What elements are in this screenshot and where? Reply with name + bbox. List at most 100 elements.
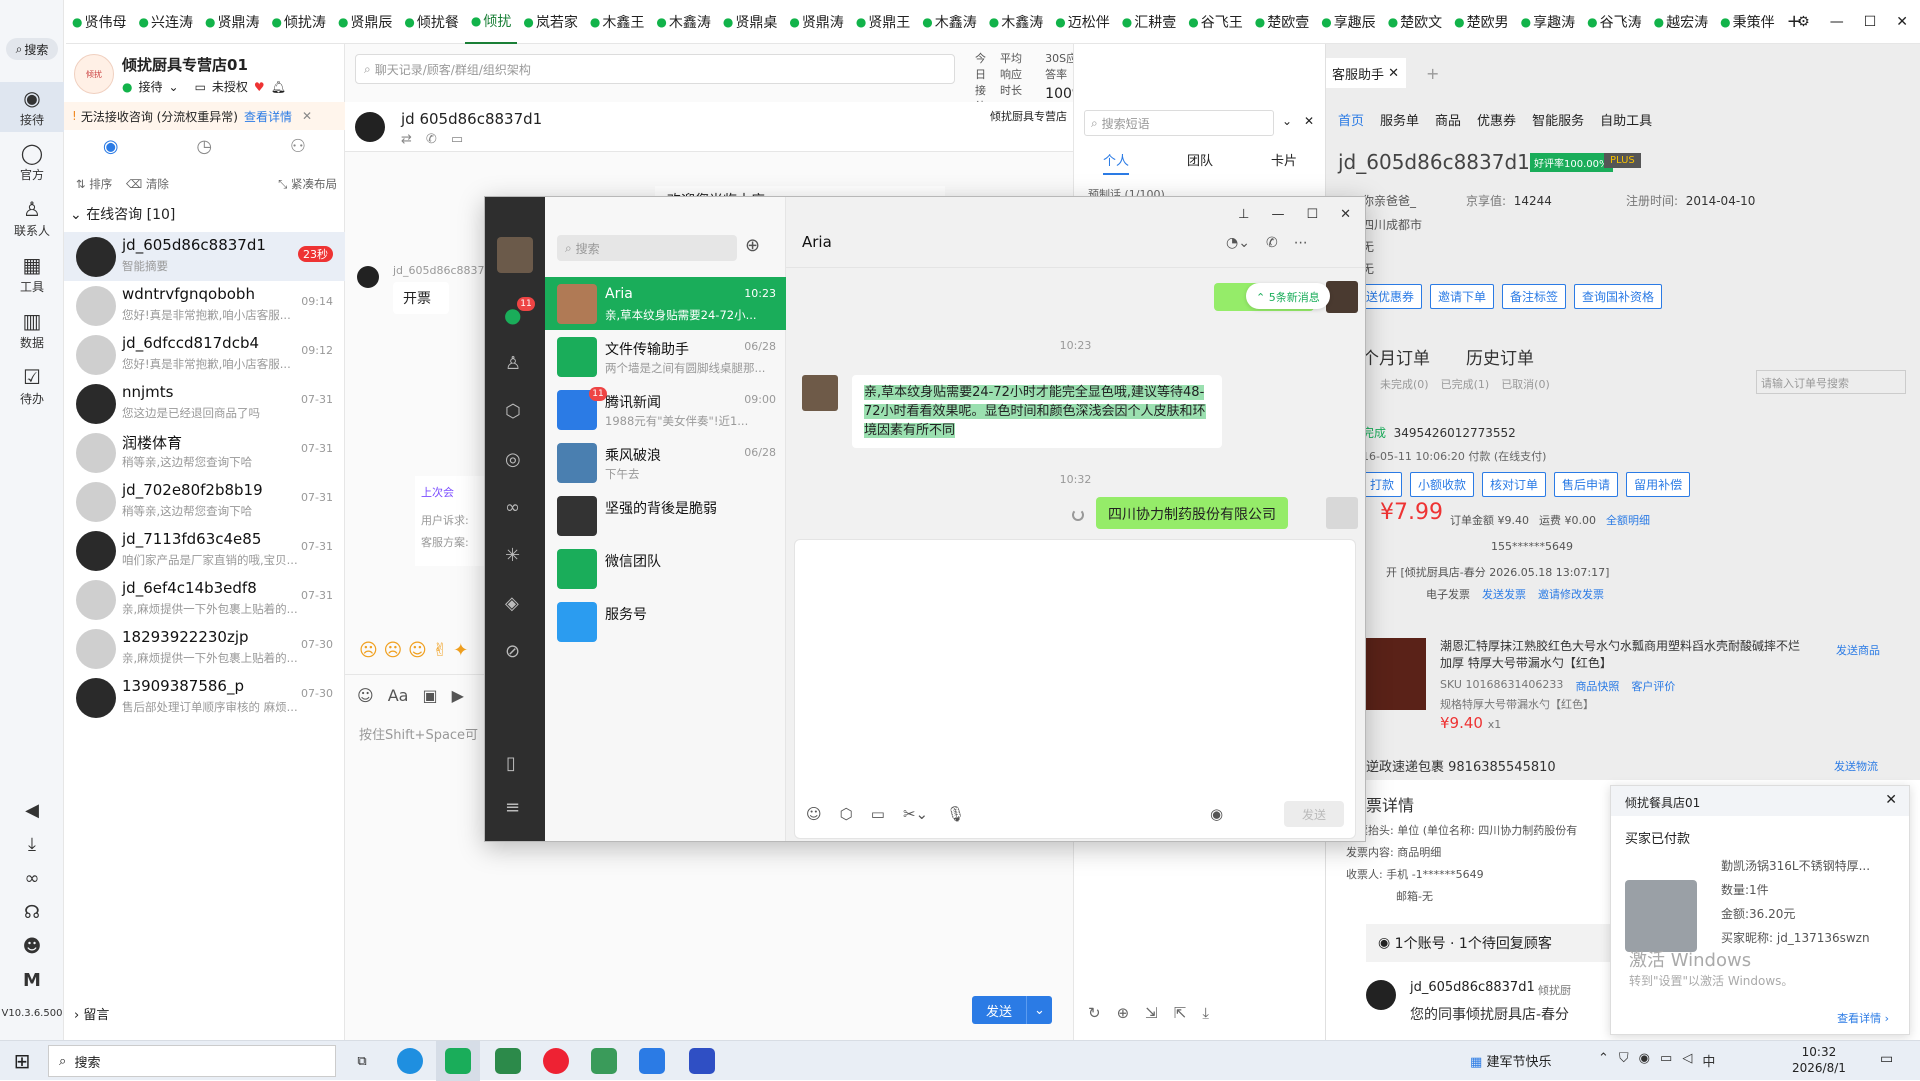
shop-tab[interactable]: ● 倾扰餐 (398, 0, 464, 44)
close-tab-icon[interactable]: ✕ (1388, 66, 1399, 81)
order-action-button[interactable]: 留用补偿 (1626, 472, 1691, 497)
close-notification-icon[interactable]: ✕ (1885, 792, 1897, 808)
wechat-tray-icon[interactable]: ◉ (1639, 1051, 1650, 1070)
conversation-item[interactable]: 13909387586_p 07-30 售后部处理订单顺序审核的 麻烦... (64, 673, 345, 722)
crm-action-button[interactable]: 邀请下单 (1430, 284, 1495, 309)
app3-icon[interactable] (582, 1041, 626, 1081)
image-icon[interactable]: ▣ (422, 686, 437, 705)
crm-nav-item[interactable]: 服务单 (1380, 110, 1419, 129)
conversation-item[interactable]: jd_6ef4c14b3edf8 07-31 亲,麻烦提供一下外包裹上贴着的... (64, 575, 345, 624)
shop-tab[interactable]: ● 贤伟母 (66, 0, 132, 44)
my-avatar[interactable] (497, 237, 533, 273)
chevron-down-icon[interactable]: ⌄ (1026, 996, 1052, 1024)
bell-icon[interactable]: 🔔︎ (271, 80, 286, 94)
shop-tab[interactable]: ● 秉策伴 (1714, 0, 1780, 44)
start-button[interactable]: ⊞ (0, 1041, 44, 1081)
voice-input-icon[interactable]: ◉ (1210, 805, 1223, 823)
download-icon[interactable]: ⤓ (0, 834, 64, 855)
pending-bar[interactable]: ◉ 1个账号 · 1个待回复顾客 (1366, 924, 1616, 962)
shop-tab[interactable]: ● 谷飞王 (1182, 0, 1248, 44)
crm-nav-item[interactable]: 优惠券 (1477, 110, 1516, 129)
minimize-icon[interactable]: — (1271, 207, 1284, 222)
emoji-icon[interactable]: ☺ (357, 686, 374, 705)
app1-icon[interactable] (486, 1041, 530, 1081)
order-action-button[interactable]: 核对订单 (1482, 472, 1547, 497)
send-product-link[interactable]: 发送商品 (1836, 642, 1880, 658)
warning-detail-link[interactable]: 查看详情 (244, 108, 292, 125)
sort-button[interactable]: ⇅ 排序 (76, 176, 112, 192)
shop-tab[interactable]: ● 享趣辰 (1315, 0, 1381, 44)
more-icon[interactable]: ⋯ (1294, 235, 1308, 251)
settings-icon[interactable]: ⚙ (1797, 14, 1810, 30)
crm-tab[interactable]: 客服助手 ✕ (1326, 58, 1406, 88)
rail-reception[interactable]: ◉ 接待 (0, 82, 64, 132)
crm-nav-item[interactable]: 自助工具 (1600, 110, 1652, 129)
conversation-item[interactable]: 18293922230zjp 07-30 亲,麻烦提供一下外包裹上贴着的... (64, 624, 345, 673)
video-icon[interactable]: ▶ (452, 686, 464, 705)
contacts-icon[interactable]: ♙ (505, 353, 521, 374)
download-icon[interactable]: ⤓ (1202, 1004, 1209, 1022)
task-view-icon[interactable]: ⧉ (340, 1041, 384, 1081)
notification-icon[interactable]: ▭ (1880, 1051, 1893, 1067)
chat-input[interactable]: 按住Shift+Space可 (359, 724, 478, 743)
wechat-chat-item[interactable]: 腾讯新闻 09:00 1988元有"美女伴奏"!近1... 11 (545, 383, 786, 436)
font-icon[interactable]: Aa (388, 686, 409, 705)
folder-icon[interactable]: ▭ (871, 805, 885, 823)
channels-icon[interactable]: ∞ (505, 497, 520, 518)
emoji-row[interactable]: ☹ ☹ ☺ ✌ ✦ (359, 640, 468, 661)
shop-tab[interactable]: ● 贤鼎涛 (783, 0, 849, 44)
conversation-item[interactable]: jd_7113fd63c4e85 07-31 咱们家产品是厂家直销的哦,宝贝... (64, 526, 345, 575)
rail-todo[interactable]: ☑ 待办 (0, 364, 64, 407)
wechat-search-input[interactable]: ⌕ 搜索 (557, 235, 737, 261)
rail-search-button[interactable]: ⌕ 搜索 (6, 38, 58, 60)
shop-tab[interactable]: ● 木鑫王 (584, 0, 650, 44)
call-icon[interactable]: ✆ (1266, 235, 1278, 251)
chat-bubble-icon[interactable]: ◔⌄ (1226, 235, 1250, 251)
megaphone-icon[interactable]: ◀ (0, 800, 64, 821)
send-logistics-link[interactable]: 发送物流 (1834, 758, 1878, 774)
refresh-icon[interactable]: ↻ (1088, 1004, 1101, 1022)
tab-card[interactable]: 卡片 (1271, 150, 1297, 175)
moments-icon[interactable]: ◎ (505, 449, 521, 470)
tab-history-orders[interactable]: 历史订单 (1466, 344, 1534, 369)
quick-search-input[interactable]: ⌕ 搜索短语 (1084, 110, 1274, 136)
rail-contacts[interactable]: ♙ 联系人 (0, 196, 64, 239)
shop-tab[interactable]: ● 贤鼎涛 (199, 0, 265, 44)
conversation-item[interactable]: wdntrvfgnqobobh 09:14 您好!真是非常抱歉,咱小店客服... (64, 281, 345, 330)
maximize-icon[interactable]: ☐ (1306, 207, 1318, 222)
minimize-icon[interactable]: — (1830, 14, 1844, 30)
wechat-chat-item[interactable]: 坚强的背後是脆弱 (545, 489, 786, 542)
crm-nav-item[interactable]: 商品 (1435, 110, 1461, 129)
pin-icon[interactable]: ⊥ (1238, 207, 1249, 222)
order-action-button[interactable]: 打款 (1362, 472, 1403, 497)
phone-icon[interactable]: ▯ (506, 753, 516, 774)
shop-tab[interactable]: ● 兴连涛 (132, 0, 198, 44)
wechat-send-button[interactable]: 发送 (1284, 801, 1344, 827)
shop-tab[interactable]: ● 倾扰涛 (265, 0, 331, 44)
conversation-item[interactable]: jd_702e80f2b8b19 07-31 稍等亲,这边帮您查询下哈 (64, 477, 345, 526)
miniprogram-icon[interactable]: ◈ (505, 593, 519, 614)
shield-icon[interactable]: ⛉ (1619, 1051, 1629, 1070)
volume-icon[interactable]: ◁ (1682, 1051, 1692, 1070)
taskbar-search[interactable]: ⌕ 搜索 (48, 1045, 336, 1077)
tab-history-icon[interactable]: ◷ (196, 136, 212, 170)
phone-icon[interactable]: ✆ (426, 132, 437, 147)
close-icon[interactable]: ✕ (1340, 207, 1351, 222)
smile-icon[interactable]: ☻ (0, 936, 64, 957)
clear-button[interactable]: ⌫ 清除 (126, 176, 169, 192)
wechat-taskbar-icon[interactable] (436, 1041, 480, 1081)
wechat-chat-item[interactable]: 服务号 (545, 595, 786, 648)
shop-tab[interactable]: ● 楚欧壹 (1249, 0, 1315, 44)
app2-icon[interactable] (534, 1041, 578, 1081)
chevron-up-icon[interactable]: ⌃ (1598, 1051, 1609, 1070)
shop-tab[interactable]: ● 木鑫涛 (983, 0, 1049, 44)
shop-tab[interactable]: ● 贤鼎王 (850, 0, 916, 44)
export-icon[interactable]: ⇱ (1174, 1004, 1187, 1022)
leave-message-header[interactable]: › 留言 (74, 1004, 109, 1023)
network-icon[interactable]: ▭ (1660, 1051, 1672, 1070)
note-icon[interactable]: ▭ (451, 132, 463, 147)
add-icon[interactable]: ⊕ (1117, 1004, 1130, 1022)
favorites-icon[interactable]: ⬡ (505, 401, 521, 422)
add-tab-icon[interactable]: + (1426, 64, 1439, 83)
wechat-chat-item[interactable]: 微信团队 (545, 542, 786, 595)
